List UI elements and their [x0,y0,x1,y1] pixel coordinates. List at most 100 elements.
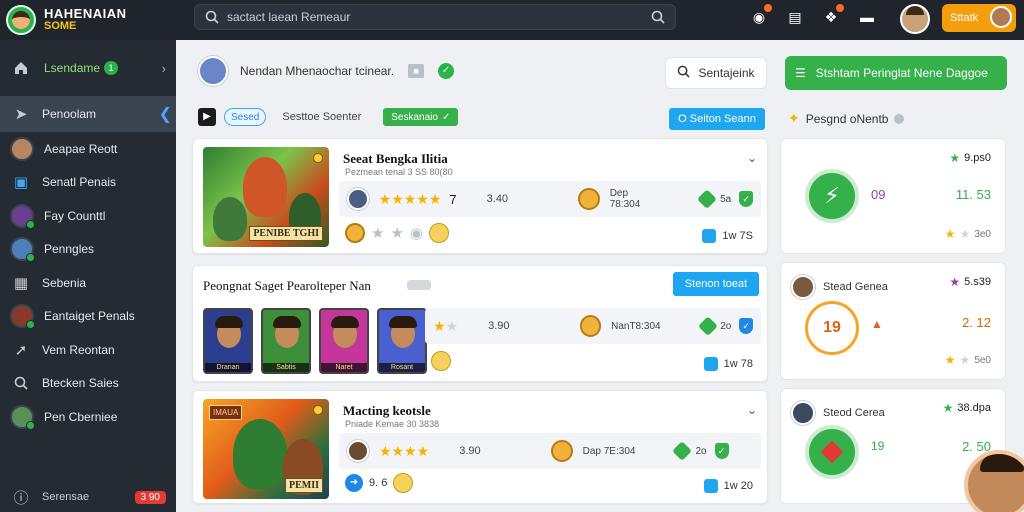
check-icon[interactable]: ✓ [438,63,455,79]
star-icon[interactable]: ★ [390,224,403,242]
user-profile-chip[interactable]: Sttatk [942,4,1016,32]
emoji-icon[interactable] [431,351,451,371]
stat-card[interactable]: ★ 9.ps0 ⚡ 09 11. 53 ★ ★ 3e0 [780,138,1006,254]
game-card[interactable]: Peongnat Saget Pearolteper Nan Stenon to… [192,265,768,382]
stat-card-header: Stead Genea [791,275,888,299]
share-icon[interactable]: ➜ [345,474,363,492]
stat-badge: ★ 5.s39 [949,275,991,289]
top-bar: HAHENAIAN SOME ◉ ▤ ❖ ▬ Sttatk [0,0,1024,40]
logo-avatar-icon [6,5,36,35]
stat-card-title: Stead Genea [823,281,888,293]
user-chip-avatar [990,6,1012,28]
sidebar-footer[interactable]: ⓘ Serensae 3 90 [0,482,176,512]
share-icon[interactable] [703,357,718,371]
card-subtitle: Pniade Kemae 30 3838 [345,419,440,429]
avatar [10,304,35,330]
sidebar-item-9[interactable]: Pen Cberniee [0,400,176,434]
game-thumbnail[interactable]: IMAUA PEMII [203,399,329,499]
card-foot-value: 1w 78 [723,358,753,370]
sidebar-item-7[interactable]: ➚ Vem Reontan [0,333,176,367]
avatar [791,275,815,299]
star-icon[interactable]: ★ [371,224,384,242]
portrait-card[interactable]: Rosant [377,308,427,374]
gem-text: 2o [720,320,732,332]
stat-footer-value: 5e0 [974,354,991,366]
filter-blue-button[interactable]: O Seiton Seann [669,108,765,130]
gem-badge-icon[interactable] [805,425,859,479]
portrait-card[interactable]: Sabtis [261,308,311,374]
cursor-icon: ➚ [14,341,28,359]
share-icon[interactable] [702,229,717,243]
filter-chip[interactable]: Sesed [224,108,267,126]
chat-icon[interactable]: ◉ [410,224,423,242]
app-logo[interactable]: HAHENAIAN SOME [0,0,176,40]
sidebar-header[interactable]: Lsendame 1 › [0,40,176,96]
sidebar-footer-badge: 3 90 [134,490,166,504]
stat-mid: 19 [871,439,885,453]
sidebar-item-5[interactable]: ▦ Sebenia [0,266,176,300]
search-input[interactable] [227,10,651,24]
portrait-card[interactable]: Naret [319,308,369,374]
info-dot-icon[interactable] [894,113,905,124]
lightning-icon[interactable]: ⚡ [805,169,859,223]
cube-icon: ▣ [13,174,29,192]
sidebar-item-8[interactable]: Btecken Saies [0,367,176,401]
stat-mid: 09 [871,187,886,202]
sidebar-item-1[interactable]: Aeapae Reott [0,132,176,166]
secondary-action-button[interactable]: Sentajeink [665,57,767,89]
emoji-icon[interactable] [429,223,449,243]
chevron-left-icon: ❮ [158,106,172,123]
sidebar-item-2[interactable]: ▣ Senatl Penais [0,166,176,200]
avatar[interactable] [198,56,228,86]
sidebar-item-label: Penoolam [42,107,97,121]
chevron-down-icon[interactable]: ⌄ [747,403,757,417]
primary-action-button[interactable]: ☰ Stshtam Peringlat Nene Daggoe [785,56,1007,90]
card-footer-right: 1w 7S [702,229,753,243]
user-avatar[interactable] [900,4,930,34]
card-action-button[interactable]: Stenon toeat [673,272,759,296]
sidebar-header-badge: 1 [104,61,119,75]
star-icon: ★ [959,353,971,367]
info-icon: ⓘ [13,489,29,507]
search-submit-icon[interactable] [651,10,665,24]
logo-subtitle: SOME [44,20,77,32]
portrait-card[interactable]: Dranan [203,308,253,374]
coin-icon[interactable] [345,223,365,243]
filter-green-label: Seskanaio [391,111,438,123]
portrait-name: Naret [321,363,367,372]
sidebar-item-3[interactable]: Fay Counttl [0,199,176,233]
share-icon[interactable] [703,479,718,493]
sparkle-icon: ✦ [788,110,800,126]
book-icon[interactable]: ▤ [784,6,806,28]
sidebar-item-0[interactable]: ➤ Penoolam ❮ [0,96,176,132]
main-content: Nendan Mhenaochar tcinear. ■ ✓ Sentajein… [176,40,1024,512]
sidebar-item-label: Penngles [44,242,95,257]
search-icon [677,65,691,81]
chevron-right-icon[interactable]: › [162,61,166,76]
sidebar-item-label: Fay Counttl [44,208,106,223]
stat-badge-value: 5.s39 [964,276,991,288]
card-title: Peongnat Saget Pearolteper Nan [203,278,371,293]
chat-icon[interactable]: ▬ [856,6,878,28]
search-bar[interactable] [194,4,676,30]
card-foot-value: 1w 7S [722,230,753,242]
sidebar-item-6[interactable]: Eantaiget Penals [0,300,176,334]
emoji-icon[interactable] [393,473,414,493]
cube-icon: ▦ [13,274,29,292]
stat-card[interactable]: Stead Genea ★ 5.s39 19 ▲ 2. 12 ★ ★ 5e0 [780,262,1006,380]
tag-icon[interactable]: ■ [408,64,425,78]
chevron-down-icon[interactable]: ⌄ [747,151,757,165]
card-subtitle: Pezmean tenal 3 SS 80(80 [345,167,453,177]
game-card[interactable]: IMAUA PEMII Macting keotsle Pniade Kemae… [192,390,768,504]
stat-circle[interactable]: 19 [805,301,859,355]
avatar [347,188,369,210]
bell-icon[interactable]: ◉ [748,4,772,28]
portrait-list: Dranan Sabtis Naret Rosant [203,308,427,374]
game-card[interactable]: PENIBE TGHI Seeat Bengka Ilitia Pezmean … [192,138,768,254]
card-value: 3.90 [488,320,510,332]
gem-text: 5a [720,193,732,205]
game-thumbnail[interactable]: PENIBE TGHI [203,147,329,247]
filter-green-chip[interactable]: Seskanaio ✓ [383,108,459,126]
sidebar-item-4[interactable]: Penngles [0,233,176,267]
flame-icon[interactable]: ❖ [820,4,844,28]
